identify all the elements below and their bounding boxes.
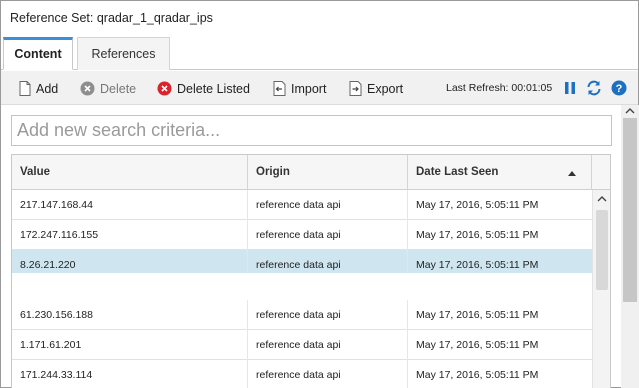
cell-value: 61.230.156.188 <box>12 300 248 330</box>
reference-set-window: Reference Set: qradar_1_qradar_ips Conte… <box>0 0 639 388</box>
tab-content[interactable]: Content <box>3 37 73 70</box>
content-table: Value Origin Date Last Seen 217.147.168.… <box>11 154 611 388</box>
table-gap <box>12 273 610 297</box>
import-button[interactable]: Import <box>273 80 326 97</box>
table-header: Value Origin Date Last Seen <box>12 155 610 190</box>
table-row[interactable]: 172.247.116.155 reference data api May 1… <box>12 220 592 250</box>
cell-origin: reference data api <box>248 360 408 388</box>
delete-button[interactable]: Delete <box>80 80 136 97</box>
help-icon[interactable]: ? <box>611 80 627 96</box>
cell-date: May 17, 2016, 5:05:11 PM <box>416 309 539 321</box>
pause-icon[interactable] <box>562 80 578 96</box>
import-label: Import <box>291 81 327 96</box>
window-title: Reference Set: qradar_1_qradar_ips <box>10 11 213 25</box>
column-header-value[interactable]: Value <box>12 155 248 190</box>
export-icon <box>349 81 362 96</box>
window-scrollbar-thumb[interactable] <box>623 118 637 302</box>
window-scroll-up-icon[interactable] <box>625 107 635 115</box>
window-scrollbar[interactable] <box>621 105 639 388</box>
cell-value: 172.247.116.155 <box>12 220 248 250</box>
add-button[interactable]: Add <box>19 80 58 97</box>
cell-date: May 17, 2016, 5:05:11 PM <box>416 339 539 351</box>
document-icon <box>19 81 31 96</box>
column-header-origin[interactable]: Origin <box>248 155 408 190</box>
cell-value: 171.244.33.114 <box>12 360 248 388</box>
cell-origin: reference data api <box>248 190 408 220</box>
cell-origin: reference data api <box>248 220 408 250</box>
cell-origin: reference data api <box>248 300 408 330</box>
column-header-date-last-seen[interactable]: Date Last Seen <box>408 155 592 190</box>
cell-value: 217.147.168.44 <box>12 190 248 220</box>
delete-circle-icon <box>80 81 95 96</box>
table-row[interactable]: 217.147.168.44 reference data api May 17… <box>12 190 592 220</box>
export-label: Export <box>367 81 404 96</box>
cell-origin: reference data api <box>248 330 408 360</box>
tab-bar: Content References <box>1 37 638 70</box>
last-refresh-text: Last Refresh: 00:01:05 <box>446 82 553 94</box>
table-row[interactable]: 1.171.61.201 reference data api May 17, … <box>12 330 592 360</box>
import-icon <box>273 81 286 96</box>
search-input[interactable] <box>11 115 612 146</box>
export-button[interactable]: Export <box>349 80 403 97</box>
table-row[interactable]: 171.244.33.114 reference data api May 17… <box>12 360 592 388</box>
cell-value: 1.171.61.201 <box>12 330 248 360</box>
delete-listed-button[interactable]: Delete Listed <box>157 80 250 97</box>
tab-references[interactable]: References <box>77 37 170 70</box>
delete-label: Delete <box>100 81 137 96</box>
delete-listed-icon <box>157 81 172 96</box>
delete-listed-label: Delete Listed <box>177 81 250 96</box>
sort-ascending-icon <box>568 171 576 176</box>
add-label: Add <box>36 81 59 96</box>
table-row[interactable]: 61.230.156.188 reference data api May 17… <box>12 300 592 330</box>
cell-date: May 17, 2016, 5:05:11 PM <box>416 229 539 241</box>
cell-date: May 17, 2016, 5:05:11 PM <box>416 369 539 381</box>
cell-date: May 17, 2016, 5:05:11 PM <box>416 199 539 211</box>
svg-text:?: ? <box>616 83 623 95</box>
refresh-icon[interactable] <box>586 80 602 96</box>
toolbar: Add Delete Delete Listed Import Export L… <box>1 71 638 105</box>
scroll-up-icon[interactable] <box>597 195 607 203</box>
table-scrollbar[interactable] <box>592 190 610 388</box>
table-scrollbar-thumb[interactable] <box>596 210 608 290</box>
